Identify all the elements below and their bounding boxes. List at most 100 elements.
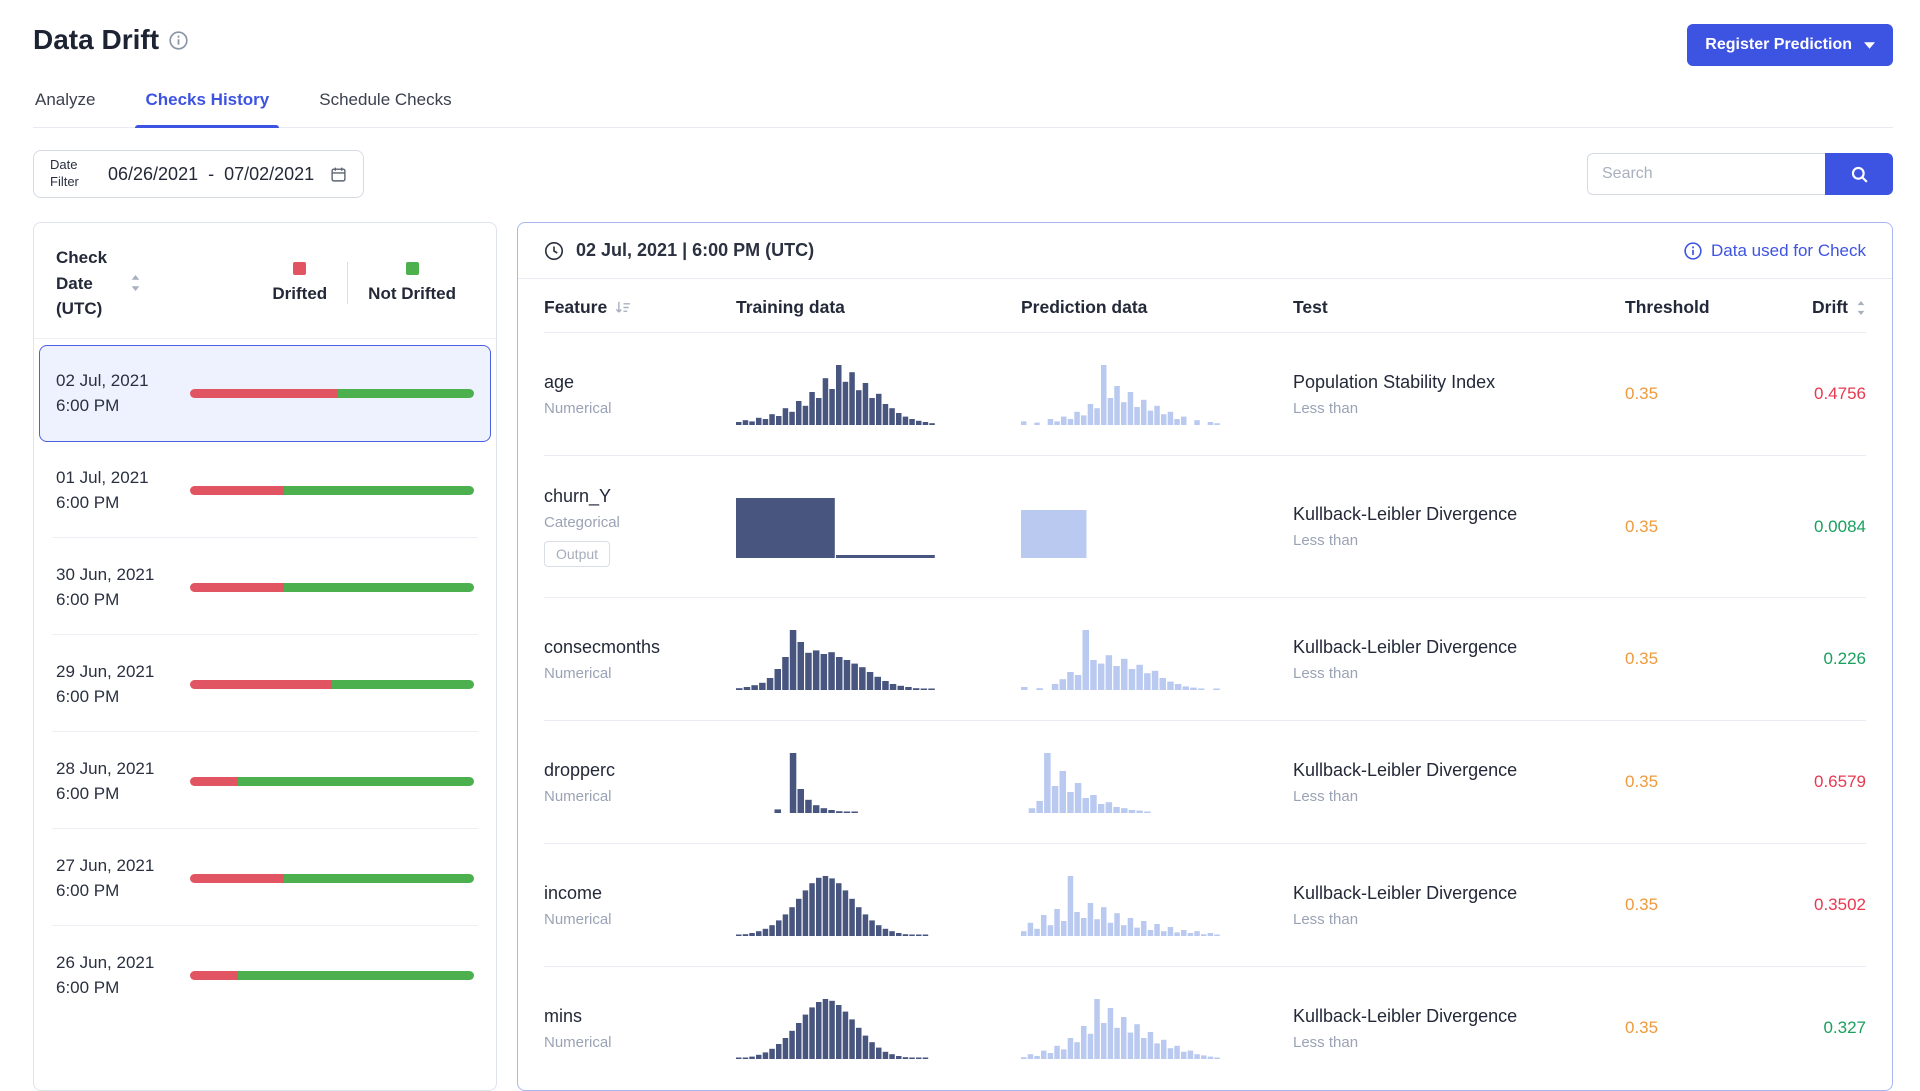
test-condition: Less than [1293, 788, 1625, 805]
test-name: Kullback-Leibler Divergence [1293, 637, 1625, 658]
search-input[interactable] [1587, 153, 1825, 195]
check-date: 27 Jun, 20216:00 PM [56, 853, 178, 904]
date-filter-label: Date Filter [50, 157, 92, 191]
clock-icon [544, 241, 564, 261]
check-row-01-jul[interactable]: 01 Jul, 20216:00 PM [39, 442, 491, 539]
drift-legend: Drifted Not Drifted [252, 262, 476, 304]
feature-name: consecmonths [544, 637, 736, 658]
sort-icon [1856, 301, 1866, 315]
check-row-26-jun[interactable]: 26 Jun, 20216:00 PM [39, 927, 491, 1024]
check-date: 02 Jul, 20216:00 PM [56, 368, 178, 419]
feature-type: Numerical [544, 665, 736, 682]
feature-row-dropperc: dropperc Numerical Kullback-Leibler Dive… [544, 720, 1866, 843]
training-histogram [736, 874, 936, 936]
feature-type: Numerical [544, 788, 736, 805]
drift-ratio-bar [190, 583, 474, 592]
training-histogram [736, 997, 936, 1059]
main-content: Check Date (UTC) Drifted Not Drifted [33, 222, 1893, 1091]
check-timestamp: 02 Jul, 2021 | 6:00 PM (UTC) [576, 240, 814, 261]
prediction-histogram [1021, 628, 1221, 690]
training-histogram [736, 496, 936, 558]
threshold-value: 0.35 [1625, 384, 1807, 404]
test-condition: Less than [1293, 665, 1625, 682]
test-condition: Less than [1293, 400, 1625, 417]
sort-desc-icon[interactable] [615, 301, 632, 314]
column-threshold: Threshold [1625, 297, 1807, 318]
drift-ratio-bar [190, 971, 474, 980]
tab-bar: Analyze Checks History Schedule Checks [33, 78, 1893, 128]
check-row-30-jun[interactable]: 30 Jun, 20216:00 PM [39, 539, 491, 636]
test-condition: Less than [1293, 1034, 1625, 1051]
check-row-29-jun[interactable]: 29 Jun, 20216:00 PM [39, 636, 491, 733]
data-used-for-check-link[interactable]: Data used for Check [1684, 241, 1866, 261]
drift-value: 0.226 [1807, 649, 1866, 669]
test-name: Kullback-Leibler Divergence [1293, 504, 1625, 525]
check-date: 28 Jun, 20216:00 PM [56, 756, 178, 807]
check-row-27-jun[interactable]: 27 Jun, 20216:00 PM [39, 830, 491, 927]
feature-name: dropperc [544, 760, 736, 781]
column-drift[interactable]: Drift [1807, 297, 1866, 318]
tab-analyze[interactable]: Analyze [33, 78, 97, 127]
test-condition: Less than [1293, 911, 1625, 928]
drift-value: 0.3502 [1807, 895, 1866, 915]
data-drift-page: Data Drift Register Prediction Analyze C… [0, 0, 1920, 1091]
test-name: Kullback-Leibler Divergence [1293, 1006, 1625, 1027]
checks-panel-header: Check Date (UTC) Drifted Not Drifted [34, 223, 496, 339]
column-test: Test [1293, 297, 1625, 318]
drift-value: 0.327 [1807, 1018, 1866, 1038]
date-filter[interactable]: Date Filter 06/26/2021 - 07/02/2021 [33, 150, 364, 198]
filter-row: Date Filter 06/26/2021 - 07/02/2021 [33, 150, 1893, 198]
check-detail-panel: 02 Jul, 2021 | 6:00 PM (UTC) Data used f… [517, 222, 1893, 1091]
test-condition: Less than [1293, 532, 1625, 549]
check-date-column-title: Check Date (UTC) [56, 245, 122, 322]
prediction-histogram [1021, 997, 1221, 1059]
drift-ratio-bar [190, 680, 474, 689]
date-range: 06/26/2021 - 07/02/2021 [108, 164, 314, 185]
register-prediction-button[interactable]: Register Prediction [1687, 24, 1893, 66]
test-name: Kullback-Leibler Divergence [1293, 760, 1625, 781]
feature-row-churn-y: churn_Y Categorical Output Kullback-Leib… [544, 455, 1866, 597]
feature-name: age [544, 372, 736, 393]
feature-row-consecmonths: consecmonths Numerical Kullback-Leibler … [544, 597, 1866, 720]
feature-row-age: age Numerical Population Stability Index… [544, 332, 1866, 455]
feature-name: mins [544, 1006, 736, 1027]
feature-table-header: Feature Training data Prediction data Te… [518, 279, 1892, 332]
not-drifted-color-swatch [406, 262, 419, 275]
prediction-histogram [1021, 751, 1221, 813]
drift-ratio-bar [190, 874, 474, 883]
check-row-28-jun[interactable]: 28 Jun, 20216:00 PM [39, 733, 491, 830]
sort-icon[interactable] [130, 275, 141, 291]
drift-value: 0.0084 [1807, 517, 1866, 537]
feature-row-mins: mins Numerical Kullback-Leibler Divergen… [544, 966, 1866, 1089]
info-icon[interactable] [169, 31, 188, 50]
search-bar [1587, 153, 1893, 195]
prediction-histogram [1021, 874, 1221, 936]
check-date: 01 Jul, 20216:00 PM [56, 465, 178, 516]
check-date: 30 Jun, 20216:00 PM [56, 562, 178, 613]
calendar-icon[interactable] [330, 166, 347, 183]
check-row-02-jul[interactable]: 02 Jul, 20216:00 PM [39, 345, 491, 442]
tab-checks-history[interactable]: Checks History [143, 78, 271, 127]
feature-type: Categorical [544, 514, 736, 531]
feature-type: Numerical [544, 400, 736, 417]
caret-down-icon [1864, 42, 1875, 49]
training-histogram [736, 628, 936, 690]
legend-drifted: Drifted [252, 262, 347, 304]
tab-schedule-checks[interactable]: Schedule Checks [317, 78, 453, 127]
search-button[interactable] [1825, 153, 1893, 195]
checks-panel: Check Date (UTC) Drifted Not Drifted [33, 222, 497, 1091]
prediction-histogram [1021, 363, 1221, 425]
feature-type: Numerical [544, 1034, 736, 1051]
feature-name: income [544, 883, 736, 904]
drift-ratio-bar [190, 777, 474, 786]
drift-ratio-bar [190, 486, 474, 495]
date-separator: - [208, 164, 214, 185]
threshold-value: 0.35 [1625, 1018, 1807, 1038]
threshold-value: 0.35 [1625, 895, 1807, 915]
threshold-value: 0.35 [1625, 772, 1807, 792]
output-badge: Output [544, 541, 610, 567]
drift-value: 0.4756 [1807, 384, 1866, 404]
training-histogram [736, 751, 936, 813]
prediction-histogram [1021, 496, 1221, 558]
date-from: 06/26/2021 [108, 164, 198, 185]
